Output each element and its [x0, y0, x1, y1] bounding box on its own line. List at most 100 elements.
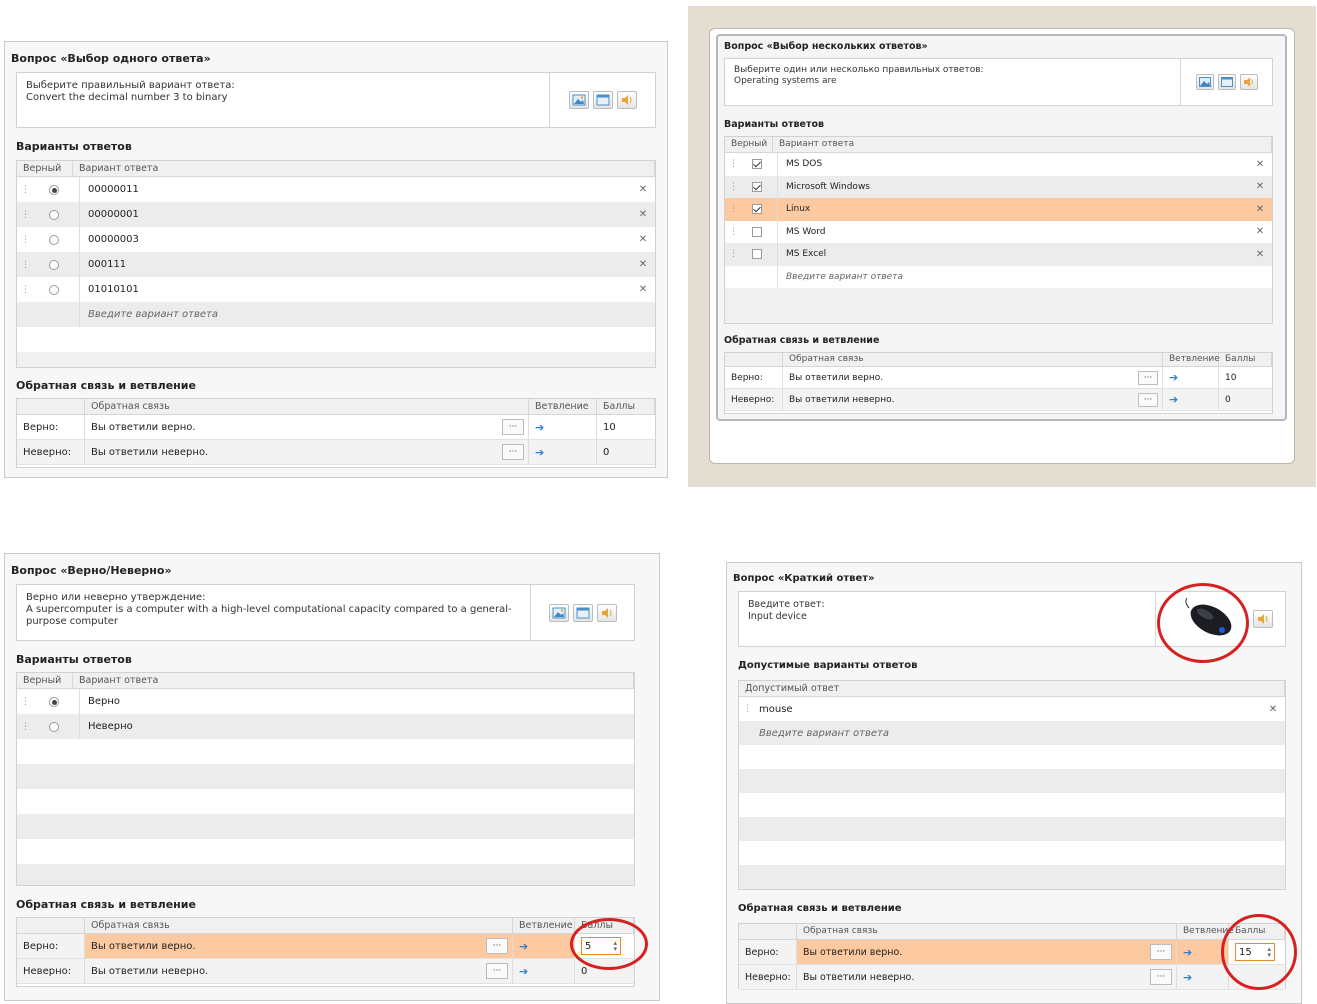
- feedback-text[interactable]: Вы ответили верно.: [91, 422, 196, 433]
- new-answer-row[interactable]: Введите вариант ответа: [725, 265, 1272, 288]
- question-box[interactable]: Выберите один или несколько правильных о…: [724, 58, 1273, 106]
- drag-handle-icon[interactable]: ⋮: [21, 285, 30, 295]
- answer-row[interactable]: ⋮ MS Word ✕: [725, 220, 1272, 243]
- more-button[interactable]: ···: [502, 419, 524, 435]
- drag-handle-icon[interactable]: ⋮: [729, 249, 738, 259]
- close-icon[interactable]: ✕: [631, 259, 655, 270]
- points-value[interactable]: 0: [1219, 389, 1272, 410]
- answer-row[interactable]: ⋮ Microsoft Windows ✕: [725, 175, 1272, 198]
- drag-handle-icon[interactable]: ⋮: [743, 704, 752, 714]
- new-answer-placeholder[interactable]: Введите вариант ответа: [79, 302, 655, 327]
- close-icon[interactable]: ✕: [1248, 181, 1272, 192]
- correct-radio[interactable]: [49, 259, 59, 270]
- answer-text[interactable]: MS DOS: [777, 153, 1248, 176]
- answer-text[interactable]: MS Word: [777, 220, 1248, 243]
- answer-row[interactable]: ⋮ 00000003 ✕: [17, 227, 655, 252]
- arrow-right-icon[interactable]: ➔: [519, 965, 528, 978]
- drag-handle-icon[interactable]: ⋮: [21, 235, 30, 245]
- arrow-right-icon[interactable]: ➔: [1169, 371, 1178, 384]
- feedback-text[interactable]: Вы ответили верно.: [789, 373, 883, 383]
- answer-text[interactable]: Верно: [79, 689, 634, 714]
- close-icon[interactable]: ✕: [1248, 226, 1272, 237]
- close-icon[interactable]: ✕: [631, 284, 655, 295]
- answer-row[interactable]: ⋮ MS DOS ✕: [725, 153, 1272, 176]
- close-icon[interactable]: ✕: [631, 209, 655, 220]
- image-icon[interactable]: [548, 603, 569, 622]
- correct-checkbox[interactable]: [752, 249, 762, 260]
- question-box[interactable]: Выберите правильный вариант ответа: Conve…: [16, 72, 656, 128]
- close-icon[interactable]: ✕: [631, 184, 655, 195]
- speaker-icon[interactable]: [616, 91, 637, 109]
- arrow-right-icon[interactable]: ➔: [1183, 946, 1192, 959]
- arrow-right-icon[interactable]: ➔: [519, 940, 528, 953]
- correct-radio[interactable]: [49, 284, 59, 295]
- correct-radio[interactable]: [49, 721, 59, 732]
- points-value[interactable]: 0: [597, 440, 655, 464]
- answer-text[interactable]: Linux: [777, 198, 1248, 221]
- new-answer-row[interactable]: Введите вариант ответа: [739, 721, 1285, 745]
- correct-checkbox[interactable]: [752, 204, 762, 215]
- window-icon[interactable]: [572, 603, 593, 622]
- correct-radio[interactable]: [49, 184, 59, 195]
- drag-handle-icon[interactable]: ⋮: [21, 697, 30, 707]
- correct-radio[interactable]: [49, 209, 59, 220]
- new-answer-row[interactable]: Введите вариант ответа: [17, 302, 655, 327]
- image-icon[interactable]: [1195, 74, 1214, 90]
- feedback-text[interactable]: Вы ответили неверно.: [803, 972, 914, 983]
- drag-handle-icon[interactable]: ⋮: [729, 182, 738, 192]
- more-button[interactable]: ···: [1150, 969, 1172, 985]
- drag-handle-icon[interactable]: ⋮: [729, 159, 738, 169]
- answer-row[interactable]: ⋮ 00000011 ✕: [17, 177, 655, 202]
- arrow-right-icon[interactable]: ➔: [535, 421, 544, 434]
- correct-checkbox[interactable]: [752, 226, 762, 237]
- answer-row[interactable]: ⋮ mouse ✕: [739, 697, 1285, 721]
- answer-text[interactable]: MS Excel: [777, 243, 1248, 266]
- feedback-text[interactable]: Вы ответили верно.: [803, 947, 902, 958]
- arrow-right-icon[interactable]: ➔: [535, 446, 544, 459]
- window-icon[interactable]: [592, 91, 613, 109]
- points-value[interactable]: 10: [1219, 367, 1272, 388]
- answer-text[interactable]: 00000001: [79, 202, 631, 227]
- correct-checkbox[interactable]: [752, 159, 762, 170]
- new-answer-placeholder[interactable]: Введите вариант ответа: [777, 265, 1272, 288]
- drag-handle-icon[interactable]: ⋮: [729, 227, 738, 237]
- answer-row[interactable]: ⋮ Неверно: [17, 714, 634, 739]
- answer-row[interactable]: ⋮ MS Excel ✕: [725, 243, 1272, 266]
- close-icon[interactable]: ✕: [1248, 204, 1272, 215]
- drag-handle-icon[interactable]: ⋮: [21, 210, 30, 220]
- answer-text[interactable]: 00000003: [79, 227, 631, 252]
- feedback-text[interactable]: Вы ответили верно.: [91, 941, 196, 952]
- drag-handle-icon[interactable]: ⋮: [729, 204, 738, 214]
- arrow-right-icon[interactable]: ➔: [1169, 393, 1178, 406]
- answer-text[interactable]: 01010101: [79, 277, 631, 302]
- drag-handle-icon[interactable]: ⋮: [21, 185, 30, 195]
- drag-handle-icon[interactable]: ⋮: [21, 722, 30, 732]
- answer-row[interactable]: ⋮ 000111 ✕: [17, 252, 655, 277]
- feedback-text[interactable]: Вы ответили неверно.: [91, 966, 208, 977]
- speaker-icon[interactable]: [1239, 74, 1258, 90]
- close-icon[interactable]: ✕: [631, 234, 655, 245]
- feedback-text[interactable]: Вы ответили неверно.: [789, 395, 895, 405]
- more-button[interactable]: ···: [486, 963, 508, 979]
- correct-radio[interactable]: [49, 696, 59, 707]
- more-button[interactable]: ···: [1138, 392, 1158, 407]
- more-button[interactable]: ···: [486, 938, 508, 954]
- window-icon[interactable]: [1217, 74, 1236, 90]
- drag-handle-icon[interactable]: ⋮: [21, 260, 30, 270]
- more-button[interactable]: ···: [1150, 944, 1172, 960]
- more-button[interactable]: ···: [502, 444, 524, 460]
- speaker-icon[interactable]: [1253, 610, 1273, 628]
- answer-text[interactable]: Microsoft Windows: [777, 175, 1248, 198]
- answer-row[interactable]: ⋮ 00000001 ✕: [17, 202, 655, 227]
- correct-checkbox[interactable]: [752, 181, 762, 192]
- question-box[interactable]: Верно или неверно утверждение: A supercom…: [16, 584, 635, 641]
- answer-row[interactable]: ⋮ 01010101 ✕: [17, 277, 655, 302]
- more-button[interactable]: ···: [1138, 370, 1158, 385]
- answer-text[interactable]: 000111: [79, 252, 631, 277]
- feedback-text[interactable]: Вы ответили неверно.: [91, 447, 208, 458]
- close-icon[interactable]: ✕: [1261, 704, 1285, 715]
- speaker-icon[interactable]: [596, 603, 617, 622]
- answer-row[interactable]: ⋮ Верно: [17, 689, 634, 714]
- close-icon[interactable]: ✕: [1248, 159, 1272, 170]
- new-answer-placeholder[interactable]: Введите вариант ответа: [751, 721, 1285, 745]
